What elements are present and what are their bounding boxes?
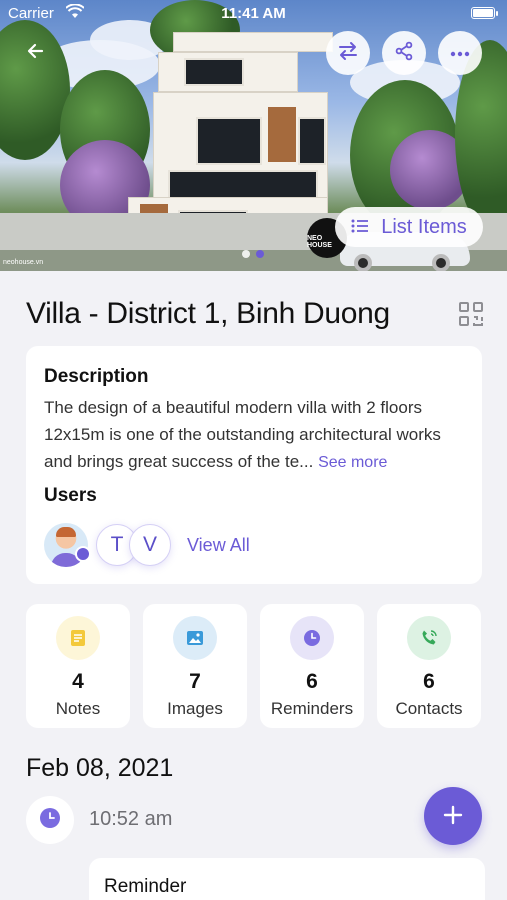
timeline-clock-icon-wrap xyxy=(26,796,74,844)
watermark-site: neohouse.vn xyxy=(3,259,44,266)
switch-button[interactable] xyxy=(326,31,370,75)
timeline-entry-card[interactable]: Reminder xyxy=(89,858,485,900)
list-icon xyxy=(351,216,369,239)
description-text: The design of a beautiful modern villa w… xyxy=(44,394,469,476)
add-button[interactable] xyxy=(424,787,482,845)
share-icon xyxy=(394,41,414,66)
notes-count: 4 xyxy=(72,670,84,693)
clock-icon xyxy=(39,807,61,834)
qr-code-icon xyxy=(458,302,484,331)
owner-badge-icon xyxy=(75,546,91,562)
stat-notes[interactable]: 4 Notes xyxy=(26,604,130,728)
ellipsis-icon xyxy=(450,44,470,62)
reminders-label: Reminders xyxy=(270,699,354,718)
list-items-button[interactable]: List Items xyxy=(335,207,483,247)
page-dot[interactable] xyxy=(242,250,250,258)
plus-icon xyxy=(443,799,463,833)
see-more-link[interactable]: See more xyxy=(318,454,387,471)
image-icon xyxy=(173,616,217,660)
user-chip-v[interactable]: V xyxy=(129,524,171,566)
notes-label: Notes xyxy=(55,699,101,718)
carousel-page-indicator[interactable] xyxy=(242,250,264,258)
qr-code-button[interactable] xyxy=(458,301,484,327)
battery-icon xyxy=(471,7,498,19)
images-count: 7 xyxy=(189,670,201,693)
description-heading: Description xyxy=(44,366,149,387)
notes-icon xyxy=(56,616,100,660)
stat-contacts[interactable]: 6 Contacts xyxy=(377,604,481,728)
contacts-label: Contacts xyxy=(395,699,463,718)
timeline-time: 10:52 am xyxy=(89,808,173,830)
swap-arrows-icon xyxy=(337,40,359,67)
phone-icon xyxy=(407,616,451,660)
entry-title: Reminder xyxy=(104,876,187,897)
contacts-count: 6 xyxy=(423,670,435,693)
share-button[interactable] xyxy=(382,31,426,75)
back-arrow-icon xyxy=(26,41,46,66)
info-card: Description The design of a beautiful mo… xyxy=(26,346,482,584)
page-title: Villa - District 1, Binh Duong xyxy=(26,297,390,330)
reminders-count: 6 xyxy=(306,670,318,693)
timeline-date: Feb 08, 2021 xyxy=(26,754,174,782)
clock: 11:41 AM xyxy=(221,5,286,22)
images-label: Images xyxy=(167,699,223,718)
status-bar: Carrier 11:41 AM xyxy=(0,3,507,25)
stat-images[interactable]: 7 Images xyxy=(143,604,247,728)
list-items-label: List Items xyxy=(381,215,467,238)
clock-icon xyxy=(290,616,334,660)
more-options-button[interactable] xyxy=(438,31,482,75)
page-dot-active[interactable] xyxy=(256,250,264,258)
view-all-users-link[interactable]: View All xyxy=(187,535,250,556)
users-heading: Users xyxy=(44,485,97,506)
stat-reminders[interactable]: 6 Reminders xyxy=(260,604,364,728)
back-button[interactable] xyxy=(26,40,54,68)
